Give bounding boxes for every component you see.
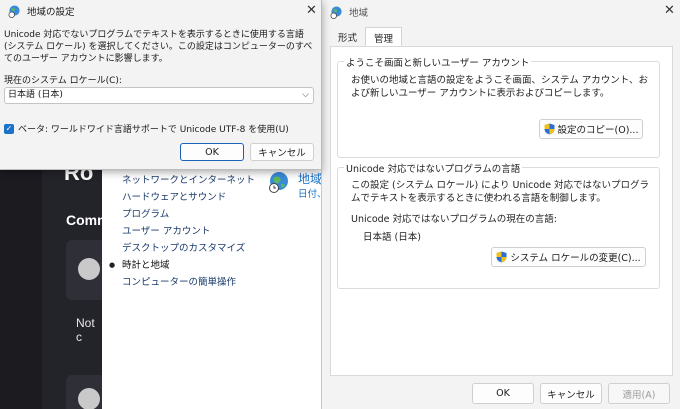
- close-icon[interactable]: ✕: [306, 3, 317, 18]
- system-locale-select[interactable]: 日本語 (日本) ⌵: [4, 87, 314, 104]
- copy-settings-button[interactable]: 設定のコピー(O)...: [539, 119, 643, 139]
- system-locale-dialog: 地域の設定 ✕ Unicode 対応でないプログラムでテキストを表示するときに使…: [0, 0, 322, 170]
- ok-button[interactable]: OK: [472, 383, 534, 404]
- category-desktop-customization[interactable]: デスクトップのカスタマイズ: [122, 240, 255, 257]
- avatar: [78, 388, 100, 409]
- apply-button[interactable]: 適用(A): [608, 383, 670, 404]
- cancel-button[interactable]: キャンセル: [540, 383, 602, 404]
- uac-shield-icon: [544, 123, 555, 135]
- avatar: [78, 258, 100, 280]
- ok-button[interactable]: OK: [180, 143, 244, 161]
- region-dialog-title: 地域: [349, 8, 369, 19]
- category-clock-region[interactable]: 時計と地域: [109, 257, 255, 274]
- copy-settings-button-label: 設定のコピー(O)...: [557, 125, 639, 136]
- utf8-beta-option[interactable]: ✓ ベータ: ワールドワイド言語サポートで Unicode UTF-8 を使用(…: [4, 122, 289, 135]
- system-locale-dialog-titlebar: 地域の設定 ✕: [0, 0, 321, 22]
- control-panel-window: ネットワークとインターネット ハードウェアとサウンド プログラム ユーザー アカ…: [102, 140, 327, 409]
- background-app-text: Not c: [76, 316, 95, 344]
- globe-clock-icon: [330, 5, 342, 19]
- change-system-locale-button-label: システム ロケールの変更(C)...: [510, 253, 641, 264]
- region-dialog: 地域 ✕ 形式 管理 ようこそ画面と新しいユーザー アカウント お使いの地域と言…: [321, 0, 680, 409]
- category-hardware-sound[interactable]: ハードウェアとサウンド: [122, 189, 255, 206]
- system-locale-dialog-title: 地域の設定: [27, 7, 75, 18]
- utf8-beta-checkbox[interactable]: ✓: [4, 123, 14, 134]
- category-ease-of-access[interactable]: コンピューターの簡単操作: [122, 274, 255, 291]
- current-language-label: Unicode 対応ではないプログラムの現在の言語:: [351, 214, 557, 225]
- non-unicode-language-group: Unicode 対応ではないプログラムの言語 この設定 (システム ロケール) …: [337, 161, 660, 289]
- region-dialog-titlebar: 地域 ✕: [322, 0, 680, 24]
- change-system-locale-button[interactable]: システム ロケールの変更(C)...: [491, 247, 646, 267]
- control-panel-category-list: ネットワークとインターネット ハードウェアとサウンド プログラム ユーザー アカ…: [109, 172, 255, 291]
- globe-clock-icon: [8, 4, 20, 18]
- current-system-locale-label: 現在のシステム ロケール(C):: [4, 76, 122, 86]
- administrative-panel: ようこそ画面と新しいユーザー アカウント お使いの地域と言語の設定をようこそ画面…: [330, 46, 673, 376]
- cancel-button[interactable]: キャンセル: [250, 143, 314, 161]
- category-user-accounts[interactable]: ユーザー アカウント: [122, 223, 255, 240]
- uac-shield-icon: [496, 251, 507, 263]
- globe-clock-icon: [269, 172, 288, 193]
- system-locale-select-value: 日本語 (日本): [8, 90, 63, 100]
- non-unicode-group-description: この設定 (システム ロケール) により Unicode 対応ではないプログラム…: [351, 180, 650, 204]
- background-app-sidebar: [0, 140, 42, 409]
- chevron-down-icon: ⌵: [302, 90, 309, 100]
- category-network[interactable]: ネットワークとインターネット: [122, 172, 255, 189]
- utf8-beta-checkbox-label: ベータ: ワールドワイド言語サポートで Unicode UTF-8 を使用(U): [18, 125, 289, 135]
- background-app-comments-heading: Comm: [66, 212, 102, 228]
- current-language-value: 日本語 (日本): [363, 232, 421, 243]
- category-title-region[interactable]: 地域: [298, 170, 322, 187]
- category-programs[interactable]: プログラム: [122, 206, 255, 223]
- non-unicode-group-label: Unicode 対応ではないプログラムの言語: [344, 161, 523, 175]
- system-locale-description: Unicode 対応でないプログラムでテキストを表示するときに使用する言語 (シ…: [4, 30, 313, 64]
- background-app-window: Ro Comm Not c: [0, 140, 102, 409]
- close-icon[interactable]: ✕: [664, 3, 675, 18]
- welcome-group-description: お使いの地域と言語の設定をようこそ画面、システム アカウント、および新しいユーザ…: [351, 75, 649, 99]
- welcome-group-label: ようこそ画面と新しいユーザー アカウント: [344, 55, 532, 69]
- welcome-screen-group: ようこそ画面と新しいユーザー アカウント お使いの地域と言語の設定をようこそ画面…: [337, 55, 660, 158]
- region-dialog-footer: OK キャンセル 適用(A): [322, 376, 680, 409]
